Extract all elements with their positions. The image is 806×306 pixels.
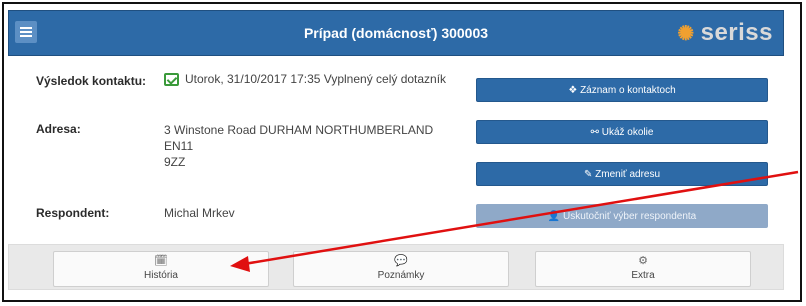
show-surroundings-label: Ukáž okolie: [601, 127, 654, 138]
select-respondent-button[interactable]: 👤 Uskutočniť výber respondenta: [476, 204, 768, 228]
address-line-1: 3 Winstone Road DURHAM NORTHUMBERLAND EN…: [164, 123, 434, 153]
respondent-label: Respondent:: [36, 206, 110, 220]
logo-text: seriss: [700, 19, 773, 46]
tab-history[interactable]: 🗓 História: [53, 251, 269, 287]
sun-icon: ✺: [677, 22, 695, 45]
tab-extra[interactable]: ⚙ Extra: [535, 251, 751, 287]
address-line-2: 9ZZ: [164, 155, 186, 169]
contact-log-label: Záznam o kontaktoch: [580, 85, 676, 96]
tab-history-label: História: [144, 270, 178, 281]
page-title: Prípad (domácnosť) 300003: [303, 25, 489, 41]
contact-result-value: Utorok, 31/10/2017 17:35 Vyplnený celý d…: [164, 72, 446, 86]
seriss-logo: ✺ seriss: [677, 15, 773, 51]
checkbox-checked-icon: [164, 72, 179, 86]
edit-icon: ✎: [583, 169, 593, 180]
tab-notes[interactable]: 💬 Poznámky: [293, 251, 509, 287]
address-value: 3 Winstone Road DURHAM NORTHUMBERLAND EN…: [164, 122, 464, 170]
tab-notes-label: Poznámky: [377, 270, 425, 281]
gear-icon: ⚙: [638, 255, 648, 267]
show-surroundings-button[interactable]: ⚯ Ukáž okolie: [476, 120, 768, 144]
change-address-button[interactable]: ✎ Zmeniť adresu: [476, 162, 768, 186]
address-label: Adresa:: [36, 122, 81, 136]
contact-result-text: Utorok, 31/10/2017 17:35 Vyplnený celý d…: [185, 72, 447, 86]
calendar-icon: 🗓: [154, 255, 168, 267]
diamond-icon: ❖: [568, 85, 578, 96]
contact-log-button[interactable]: ❖ Záznam o kontaktoch: [476, 78, 768, 102]
change-address-label: Zmeniť adresu: [595, 169, 661, 180]
tab-extra-label: Extra: [631, 270, 655, 281]
comment-icon: 💬: [394, 255, 408, 267]
contact-result-label: Výsledok kontaktu:: [36, 74, 147, 88]
user-icon: 👤: [547, 211, 561, 222]
bottom-tab-bar: 🗓 História 💬 Poznámky ⚙ Extra: [8, 244, 784, 290]
respondent-value: Michal Mrkev: [164, 206, 235, 220]
binoculars-icon: ⚯: [590, 127, 599, 138]
app-header: Prípad (domácnosť) 300003 ✺ seriss: [8, 10, 784, 56]
select-respondent-label: Uskutočniť výber respondenta: [562, 211, 697, 222]
